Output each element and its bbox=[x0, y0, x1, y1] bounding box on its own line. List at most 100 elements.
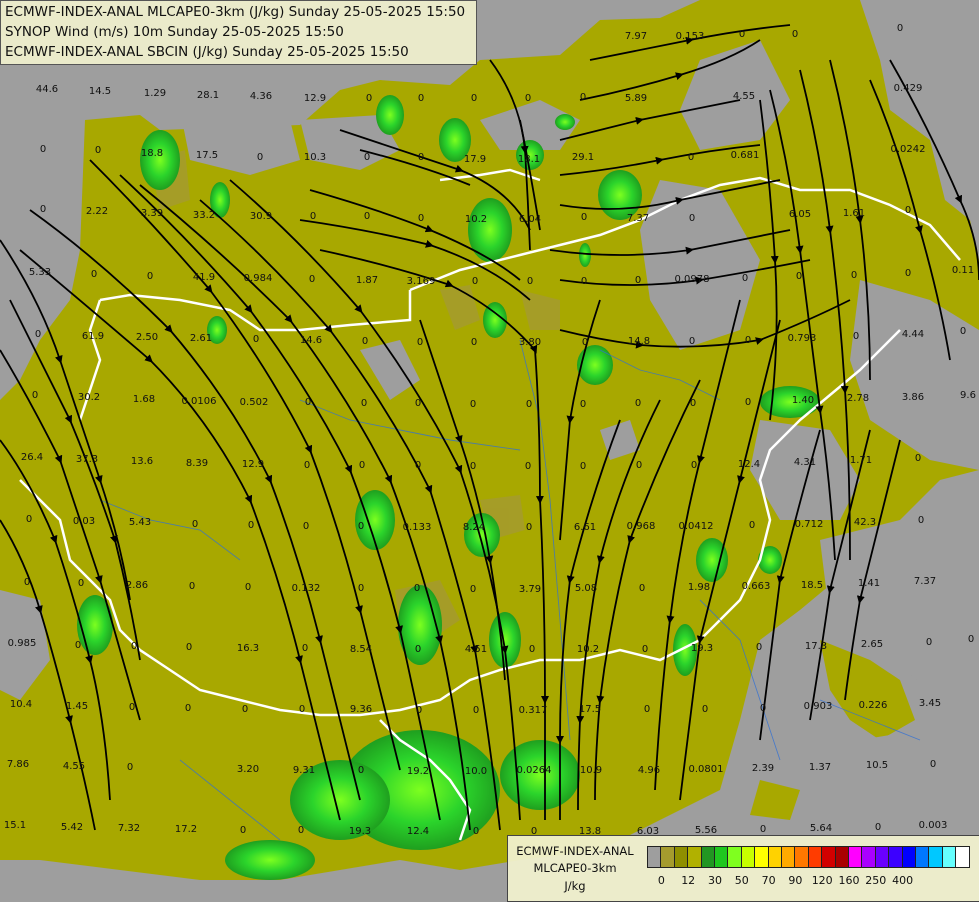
value-label: 0 bbox=[636, 460, 642, 471]
value-label: 0 bbox=[897, 23, 903, 34]
value-label: 16.3 bbox=[237, 643, 259, 654]
value-label: 0 bbox=[35, 329, 41, 340]
value-label: 0 bbox=[471, 93, 477, 104]
value-label: 7.97 bbox=[625, 31, 647, 42]
value-label: 0 bbox=[415, 460, 421, 471]
legend-swatch bbox=[888, 846, 903, 868]
value-label: 0 bbox=[185, 703, 191, 714]
value-label: 0 bbox=[257, 152, 263, 163]
legend-swatch bbox=[740, 846, 756, 868]
value-label: 61.9 bbox=[82, 331, 104, 342]
value-label: 1.61 bbox=[843, 208, 865, 219]
legend-swatch bbox=[955, 846, 970, 868]
value-label: 30.9 bbox=[250, 211, 272, 222]
value-label: 0 bbox=[470, 461, 476, 472]
value-label: 9.31 bbox=[293, 765, 315, 776]
value-label: 0 bbox=[930, 759, 936, 770]
value-label: 0.0242 bbox=[891, 144, 926, 155]
value-label: 18.1 bbox=[518, 154, 540, 165]
value-label: 0 bbox=[26, 514, 32, 525]
value-label: 0 bbox=[358, 765, 364, 776]
value-label: 15.1 bbox=[4, 820, 26, 831]
legend-swatch bbox=[754, 846, 769, 868]
value-label: 0 bbox=[756, 642, 762, 653]
legend-swatch bbox=[861, 846, 876, 868]
value-label: 29.1 bbox=[572, 152, 594, 163]
value-label: 0 bbox=[926, 637, 932, 648]
value-label: 4.51 bbox=[465, 644, 487, 655]
value-label: 0 bbox=[642, 644, 648, 655]
value-label: 6.61 bbox=[574, 522, 596, 533]
legend-tick-label: 400 bbox=[892, 874, 914, 887]
value-label: 0 bbox=[359, 460, 365, 471]
value-label: 0 bbox=[851, 270, 857, 281]
value-label: 14.5 bbox=[89, 86, 111, 97]
value-label: 1.40 bbox=[792, 395, 814, 406]
value-label: 0 bbox=[414, 583, 420, 594]
value-label: 0 bbox=[147, 271, 153, 282]
value-label: 0 bbox=[310, 211, 316, 222]
value-label: 3.86 bbox=[902, 392, 924, 403]
value-label: 0.793 bbox=[788, 333, 817, 344]
value-label: 0 bbox=[582, 337, 588, 348]
value-label: 5.64 bbox=[810, 823, 832, 834]
value-label: 0.226 bbox=[859, 700, 888, 711]
value-label: 0 bbox=[189, 581, 195, 592]
value-label: 1.45 bbox=[66, 701, 88, 712]
legend-title-parameter: MLCAPE0-3km bbox=[533, 861, 617, 875]
value-label: 0 bbox=[580, 399, 586, 410]
value-label: 0 bbox=[691, 460, 697, 471]
value-label: 0 bbox=[875, 822, 881, 833]
value-label: 0 bbox=[760, 703, 766, 714]
value-label: 0 bbox=[581, 212, 587, 223]
value-label: 0 bbox=[472, 276, 478, 287]
value-label: 0 bbox=[580, 461, 586, 472]
value-label: 0.985 bbox=[8, 638, 37, 649]
value-label: 0 bbox=[78, 578, 84, 589]
value-label: 0.0412 bbox=[679, 521, 714, 532]
value-label: 0 bbox=[362, 336, 368, 347]
value-label: 0 bbox=[186, 642, 192, 653]
value-label: 17.2 bbox=[175, 824, 197, 835]
value-label: 0 bbox=[192, 519, 198, 530]
legend-swatch bbox=[794, 846, 809, 868]
value-label: 0 bbox=[580, 92, 586, 103]
legend-swatch bbox=[767, 846, 782, 868]
value-label: 4.96 bbox=[638, 765, 660, 776]
value-label: 0.0106 bbox=[182, 396, 217, 407]
value-label: 0 bbox=[131, 641, 137, 652]
value-label: 0.133 bbox=[403, 522, 432, 533]
value-label: 0 bbox=[40, 204, 46, 215]
value-label: 12.4 bbox=[407, 826, 429, 837]
value-label: 3.79 bbox=[519, 584, 541, 595]
value-label: 0 bbox=[473, 705, 479, 716]
value-label: 0.0801 bbox=[689, 764, 724, 775]
legend-swatch bbox=[821, 846, 836, 868]
value-label: 2.50 bbox=[136, 332, 158, 343]
title-wind: SYNOP Wind (m/s) 10m Sunday 25-05-2025 1… bbox=[5, 24, 344, 40]
value-label: 4.44 bbox=[902, 329, 924, 340]
weather-map: 44.6 14.5 1.29 28.1 4.36 12.9 0 0 0 0 0 5.89 4.55 7.9… bbox=[0, 0, 979, 900]
legend-swatch bbox=[660, 846, 675, 868]
value-label: 44.6 bbox=[36, 84, 58, 95]
value-label: 0 bbox=[918, 515, 924, 526]
value-label: 0.317 bbox=[519, 705, 548, 716]
value-label: 2.78 bbox=[847, 393, 869, 404]
value-label: 0 bbox=[366, 93, 372, 104]
value-label: 0 bbox=[240, 825, 246, 836]
value-label: 0 bbox=[75, 640, 81, 651]
value-label: 0.11 bbox=[952, 265, 974, 276]
legend-swatch bbox=[687, 846, 702, 868]
value-label: 0 bbox=[364, 152, 370, 163]
value-label: 0 bbox=[760, 824, 766, 835]
value-label: 0 bbox=[473, 826, 479, 837]
value-label: 0 bbox=[527, 276, 533, 287]
value-label: 7.86 bbox=[7, 759, 29, 770]
value-label: 14.8 bbox=[628, 336, 650, 347]
legend-swatch bbox=[941, 846, 957, 868]
value-label: 0.663 bbox=[742, 581, 771, 592]
value-label: 0 bbox=[358, 583, 364, 594]
value-label: 0.984 bbox=[244, 273, 273, 284]
value-label: 1.68 bbox=[133, 394, 155, 405]
value-label: 3.169 bbox=[407, 276, 436, 287]
